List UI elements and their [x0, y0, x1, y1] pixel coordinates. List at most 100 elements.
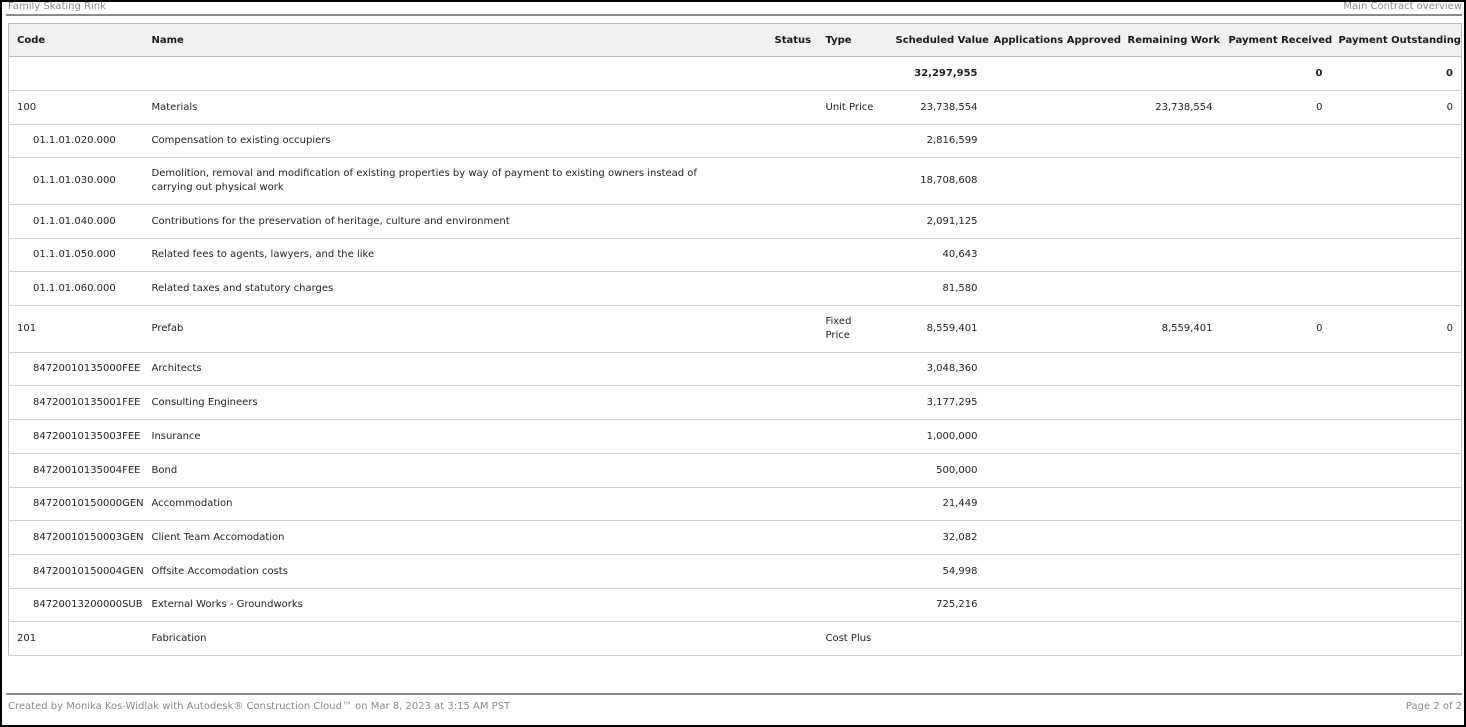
table-row[interactable]: 84720010135000FEE Architects 3,048,360 [8, 352, 1462, 386]
code-cell: 100 [8, 90, 144, 125]
code-cell: 84720010135000FEE [8, 352, 144, 386]
type-cell [817, 385, 888, 420]
code-cell: 84720010135004FEE [8, 453, 144, 488]
table-row[interactable]: 84720010135003FEE Insurance 1,000,000 [8, 419, 1462, 454]
scheduled-value-cell [887, 621, 986, 656]
table-row[interactable]: 84720010135004FEE Bond 500,000 [8, 453, 1462, 488]
code-cell: 01.1.01.030.000 [8, 157, 144, 205]
remaining-work-cell [1119, 238, 1221, 272]
type-cell [817, 554, 888, 589]
column-header-payment-received[interactable]: Payment Received [1220, 23, 1332, 57]
scheduled-value-cell: 3,177,295 [887, 385, 986, 420]
applications-approved-cell [985, 204, 1120, 239]
name-cell: Prefab [143, 305, 767, 353]
total-payment-received: 0 [1220, 56, 1331, 91]
total-type-cell [817, 56, 888, 91]
type-cell: Fixed Price [817, 305, 888, 353]
name-cell: Architects [143, 352, 767, 386]
applications-approved-cell [985, 453, 1120, 488]
code-cell: 84720013200000SUB [8, 588, 144, 622]
status-cell [766, 305, 818, 353]
type-cell [817, 520, 888, 555]
footer-divider [6, 693, 1462, 695]
payment-outstanding-cell [1330, 554, 1462, 589]
payment-received-cell [1220, 621, 1331, 656]
payment-outstanding-cell [1330, 385, 1462, 420]
code-cell: 84720010150004GEN [8, 554, 144, 589]
applications-approved-cell [985, 520, 1120, 555]
scheduled-value-cell: 3,048,360 [887, 352, 986, 386]
status-cell [766, 621, 818, 656]
table-row[interactable]: 201 Fabrication Cost Plus [8, 621, 1462, 656]
column-header-payment-outstanding[interactable]: Payment Outstanding [1330, 23, 1462, 57]
table-row[interactable]: 01.1.01.050.000 Related fees to agents, … [8, 238, 1462, 272]
status-cell [766, 453, 818, 488]
created-by-note: Created by Monika Kos-Widlak with Autode… [8, 701, 511, 712]
table-row[interactable]: 01.1.01.020.000 Compensation to existing… [8, 124, 1462, 158]
type-cell [817, 238, 888, 272]
scheduled-value-cell: 2,091,125 [887, 204, 986, 239]
table-row[interactable]: 101 Prefab Fixed Price 8,559,401 8,559,4… [8, 305, 1462, 353]
scheduled-value-cell: 32,082 [887, 520, 986, 555]
applications-approved-cell [985, 157, 1120, 205]
scheduled-value-cell: 500,000 [887, 453, 986, 488]
payment-outstanding-cell [1330, 588, 1462, 622]
table-row[interactable]: 01.1.01.040.000 Contributions for the pr… [8, 204, 1462, 239]
table-row[interactable]: 01.1.01.060.000 Related taxes and statut… [8, 271, 1462, 306]
remaining-work-cell [1119, 419, 1221, 454]
code-cell: 01.1.01.040.000 [8, 204, 144, 239]
payment-outstanding-cell: 0 [1330, 90, 1462, 125]
total-row: 32,297,955 0 0 [8, 56, 1462, 91]
column-header-remaining-work[interactable]: Remaining Work [1119, 23, 1221, 57]
applications-approved-cell [985, 621, 1120, 656]
payment-outstanding-cell [1330, 271, 1462, 306]
header-divider [6, 14, 1462, 16]
status-cell [766, 124, 818, 158]
payment-received-cell [1220, 588, 1331, 622]
payment-received-cell [1220, 352, 1331, 386]
remaining-work-cell [1119, 204, 1221, 239]
payment-received-cell [1220, 124, 1331, 158]
type-cell [817, 419, 888, 454]
table-row[interactable]: 100 Materials Unit Price 23,738,554 23,7… [8, 90, 1462, 125]
name-cell: Related fees to agents, lawyers, and the… [143, 238, 767, 272]
table-row[interactable]: 84720010150000GEN Accommodation 21,449 [8, 487, 1462, 521]
status-cell [766, 157, 818, 205]
payment-received-cell: 0 [1220, 305, 1331, 353]
code-cell: 84720010150003GEN [8, 520, 144, 555]
type-cell [817, 271, 888, 306]
code-cell: 01.1.01.060.000 [8, 271, 144, 306]
applications-approved-cell [985, 419, 1120, 454]
column-header-status[interactable]: Status [766, 23, 818, 57]
column-header-type[interactable]: Type [817, 23, 888, 57]
table-row[interactable]: 84720010135001FEE Consulting Engineers 3… [8, 385, 1462, 420]
payment-received-cell [1220, 520, 1331, 555]
remaining-work-cell: 23,738,554 [1119, 90, 1221, 125]
column-header-applications-approved[interactable]: Applications Approved [985, 23, 1121, 57]
name-cell: Contributions for the preservation of he… [143, 204, 767, 239]
remaining-work-cell [1119, 453, 1221, 488]
code-cell: 01.1.01.020.000 [8, 124, 144, 158]
code-cell: 84720010150000GEN [8, 487, 144, 521]
type-cell: Cost Plus [817, 621, 888, 656]
column-header-name[interactable]: Name [143, 23, 767, 57]
name-cell: Consulting Engineers [143, 385, 767, 420]
column-header-scheduled-value[interactable]: Scheduled Value [887, 23, 989, 57]
table-row[interactable]: 84720010150003GEN Client Team Accomodati… [8, 520, 1462, 555]
contract-overview-table: Code Name Status Type Scheduled Value Ap… [8, 23, 1462, 656]
applications-approved-cell [985, 90, 1120, 125]
payment-received-cell [1220, 157, 1331, 205]
table-row[interactable]: 01.1.01.030.000 Demolition, removal and … [8, 157, 1462, 205]
name-cell: Related taxes and statutory charges [143, 271, 767, 306]
table-row[interactable]: 84720013200000SUB External Works - Groun… [8, 588, 1462, 622]
status-cell [766, 238, 818, 272]
type-cell [817, 157, 888, 205]
table-row[interactable]: 84720010150004GEN Offsite Accomodation c… [8, 554, 1462, 589]
payment-outstanding-cell [1330, 520, 1462, 555]
column-header-code[interactable]: Code [8, 23, 144, 57]
remaining-work-cell [1119, 554, 1221, 589]
payment-outstanding-cell [1330, 621, 1462, 656]
scheduled-value-cell: 54,998 [887, 554, 986, 589]
type-cell [817, 487, 888, 521]
payment-outstanding-cell [1330, 238, 1462, 272]
